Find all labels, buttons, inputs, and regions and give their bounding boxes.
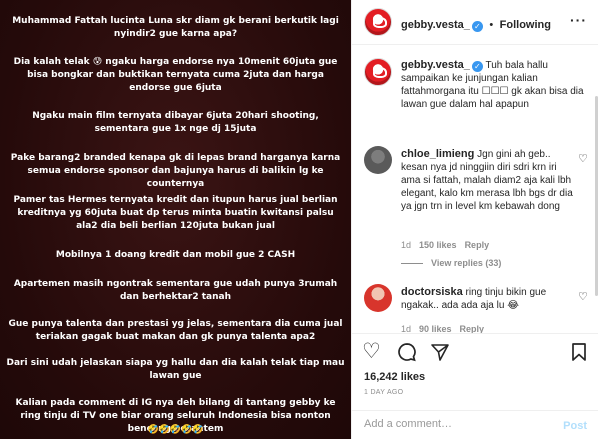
post-header: gebby.vesta_ ✓ • Following ··· <box>352 0 598 45</box>
caption-username[interactable]: gebby.vesta_ <box>401 59 470 71</box>
avatar[interactable] <box>364 58 392 86</box>
comment-meta: 1d 90 likes Reply <box>401 324 484 333</box>
post-time-ago[interactable]: 1 DAY AGO <box>364 389 403 396</box>
comment-meta: 1d 150 likes Reply <box>401 240 489 250</box>
comment-username[interactable]: doctorsiska <box>401 286 463 298</box>
share-icon[interactable] <box>430 342 450 366</box>
reply-button[interactable]: Reply <box>465 240 490 250</box>
post-text-paragraph: Pamer tas Hermes ternyata kredit dan itu… <box>13 195 338 231</box>
post-text-paragraph: Ngaku main film ternyata dibayar 6juta 2… <box>32 111 319 134</box>
post-text-paragraph: Mobilnya 1 doang kredit dan mobil gue 2 … <box>55 250 296 260</box>
view-replies-button[interactable]: View replies (33) <box>401 258 501 268</box>
post-text-paragraph: Dari sini udah jelaskan siapa yg hallu d… <box>6 358 345 381</box>
comment-likes[interactable]: 150 likes <box>419 240 457 250</box>
comment-likes[interactable]: 90 likes <box>419 324 452 333</box>
view-replies-label: View replies (33) <box>431 258 502 268</box>
avatar[interactable] <box>364 284 392 312</box>
comment-time: 1d <box>401 240 412 250</box>
avatar[interactable] <box>364 146 392 174</box>
heart-icon[interactable]: ♡ <box>578 152 588 165</box>
verified-badge-icon: ✓ <box>471 21 483 32</box>
heart-icon[interactable]: ♡ <box>578 290 588 303</box>
comment: doctorsiska ring tinju bikin gue ngakak.… <box>360 284 597 333</box>
comment-icon[interactable] <box>397 342 417 366</box>
separator-dot: • <box>489 19 494 31</box>
add-comment-bar: Post <box>352 410 598 439</box>
header-username[interactable]: gebby.vesta_ <box>401 19 470 31</box>
bookmark-icon[interactable] <box>571 342 587 366</box>
comment-time: 1d <box>401 324 412 333</box>
post-side-panel: gebby.vesta_ ✓ • Following ··· gebby.vest… <box>351 0 598 439</box>
more-dots-icon[interactable]: ··· <box>570 12 587 28</box>
post-text-paragraph: Dia kalah telak 😰 ngaku harga endorse ny… <box>13 57 338 93</box>
likes-count[interactable]: 16,242 likes <box>364 371 425 383</box>
comments-list[interactable]: gebby.vesta_ ✓ Tuh bala hallu sampaikan k… <box>352 46 598 333</box>
post-button[interactable]: Post <box>563 420 587 432</box>
post-text-paragraph: Pake barang2 branded kenapa gk di lepas … <box>10 153 341 189</box>
post-image[interactable]: Muhammad Fattah lucinta Luna skr diam gk… <box>0 0 351 439</box>
post-text-paragraph: Muhammad Fattah lucinta Luna skr diam gk… <box>12 16 339 39</box>
verified-badge-icon: ✓ <box>471 61 483 72</box>
following-button[interactable]: Following <box>500 19 551 31</box>
caption: gebby.vesta_ ✓ Tuh bala hallu sampaikan k… <box>360 58 597 120</box>
post-actions: ♡ 16,242 likes 1 DAY AGO Post <box>352 333 598 439</box>
post-text-paragraph: Apartemen masih ngontrak sementara gue u… <box>13 279 338 302</box>
post-text-emoji-line: 🤣🤣🤣🤣🤣 <box>147 425 204 435</box>
heart-icon[interactable]: ♡ <box>362 341 381 362</box>
replies-divider <box>401 263 423 265</box>
comment: chloe_limieng Jgn gini ah geb.. kesan ny… <box>360 146 597 276</box>
avatar[interactable] <box>364 8 392 36</box>
post-text-paragraph: Gue punya talenta dan prestasi yg jelas,… <box>8 319 343 342</box>
comment-username[interactable]: chloe_limieng <box>401 148 474 160</box>
reply-button[interactable]: Reply <box>460 324 485 333</box>
comment-input[interactable] <box>364 418 544 430</box>
